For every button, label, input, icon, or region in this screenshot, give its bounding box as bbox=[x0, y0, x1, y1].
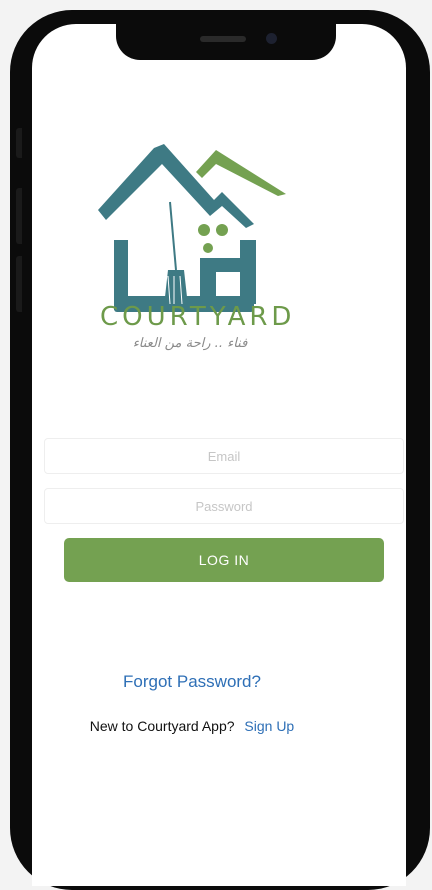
signup-prompt: New to Courtyard App? bbox=[89, 718, 235, 734]
brand-name: COURTYARD bbox=[100, 302, 296, 332]
app-screen: COURTYARD فناء .. راحة من العناء LOG IN … bbox=[32, 24, 406, 886]
signup-link[interactable]: Sign Up bbox=[244, 718, 294, 734]
front-camera bbox=[266, 33, 277, 44]
speaker-grille bbox=[200, 36, 246, 42]
phone-volume-up-button bbox=[16, 188, 22, 244]
login-button[interactable]: LOG IN bbox=[64, 538, 384, 582]
password-field[interactable] bbox=[44, 488, 404, 524]
forgot-password-link[interactable]: Forgot Password? bbox=[32, 672, 384, 692]
phone-volume-down-button bbox=[16, 256, 22, 312]
phone-notch bbox=[116, 22, 336, 60]
password-input[interactable] bbox=[45, 497, 403, 515]
brand-tagline: فناء .. راحة من العناء bbox=[132, 336, 248, 351]
courtyard-logo-icon bbox=[98, 144, 286, 312]
email-field[interactable] bbox=[44, 438, 404, 474]
email-input[interactable] bbox=[45, 447, 403, 465]
signup-row: New to Courtyard App? Sign Up bbox=[32, 718, 384, 734]
phone-side-button bbox=[16, 128, 22, 158]
